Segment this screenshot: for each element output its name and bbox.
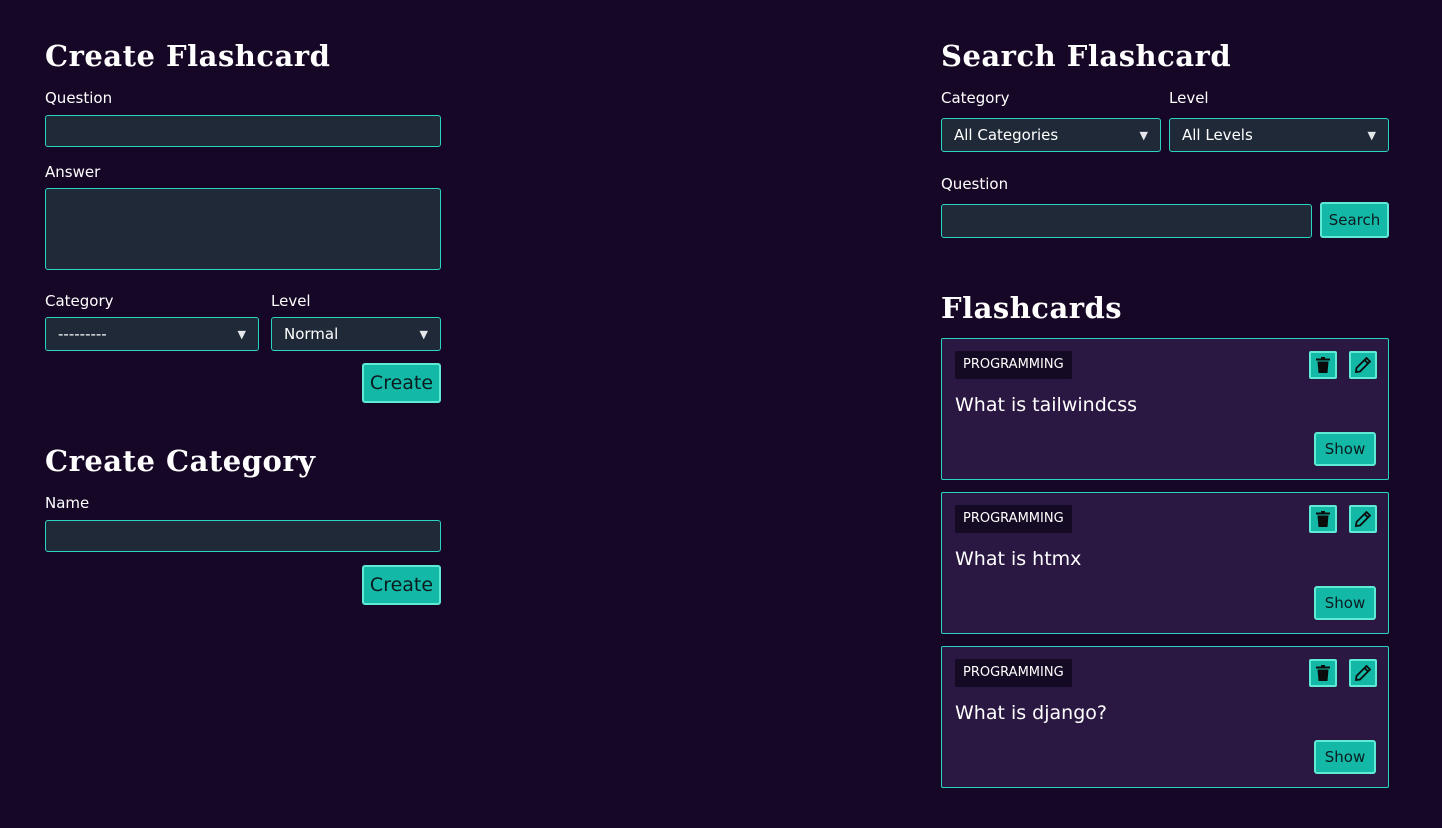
- flashcard-card: PROGRAMMING What is htmx Show: [941, 492, 1389, 634]
- level-select[interactable]: Normal ▼: [271, 317, 441, 351]
- edit-button[interactable]: [1349, 659, 1377, 687]
- show-answer-button[interactable]: Show: [1314, 432, 1376, 466]
- question-input[interactable]: [45, 115, 441, 147]
- search-flashcard-title: Search Flashcard: [941, 39, 1232, 73]
- search-question-label: Question: [941, 175, 1009, 193]
- flashcard-question: What is htmx: [955, 548, 1082, 570]
- chevron-down-icon: ▼: [237, 327, 246, 341]
- answer-label: Answer: [45, 163, 101, 181]
- chevron-down-icon: ▼: [1139, 128, 1148, 142]
- search-question-input[interactable]: [941, 204, 1312, 238]
- search-button[interactable]: Search: [1320, 202, 1389, 238]
- edit-button[interactable]: [1349, 505, 1377, 533]
- pencil-icon: [1355, 357, 1371, 373]
- flashcard-question: What is tailwindcss: [955, 394, 1137, 416]
- trash-icon: [1316, 357, 1330, 373]
- category-badge: PROGRAMMING: [955, 351, 1072, 379]
- category-select[interactable]: --------- ▼: [45, 317, 259, 351]
- search-level-select[interactable]: All Levels ▼: [1169, 118, 1389, 152]
- answer-textarea[interactable]: [45, 188, 441, 270]
- create-flashcard-title: Create Flashcard: [45, 39, 331, 73]
- chevron-down-icon: ▼: [1367, 128, 1376, 142]
- flashcard-question: What is django?: [955, 702, 1107, 724]
- name-label: Name: [45, 494, 90, 512]
- flashcards-title: Flashcards: [941, 291, 1123, 325]
- level-label: Level: [271, 292, 311, 310]
- pencil-icon: [1355, 511, 1371, 527]
- trash-icon: [1316, 511, 1330, 527]
- category-label: Category: [45, 292, 114, 310]
- search-category-select-value: All Categories: [954, 126, 1059, 144]
- level-select-value: Normal: [284, 325, 339, 343]
- category-badge: PROGRAMMING: [955, 659, 1072, 687]
- search-level-label: Level: [1169, 89, 1209, 107]
- edit-button[interactable]: [1349, 351, 1377, 379]
- show-answer-button[interactable]: Show: [1314, 586, 1376, 620]
- flashcard-card: PROGRAMMING What is django? Show: [941, 646, 1389, 788]
- create-category-title: Create Category: [45, 444, 316, 478]
- category-select-value: ---------: [58, 325, 107, 343]
- search-level-select-value: All Levels: [1182, 126, 1253, 144]
- trash-icon: [1316, 665, 1330, 681]
- question-label: Question: [45, 89, 113, 107]
- category-badge: PROGRAMMING: [955, 505, 1072, 533]
- delete-button[interactable]: [1309, 505, 1337, 533]
- search-category-label: Category: [941, 89, 1010, 107]
- search-category-select[interactable]: All Categories ▼: [941, 118, 1161, 152]
- create-category-button[interactable]: Create: [362, 565, 441, 605]
- delete-button[interactable]: [1309, 351, 1337, 379]
- flashcard-card: PROGRAMMING What is tailwindcss Show: [941, 338, 1389, 480]
- pencil-icon: [1355, 665, 1371, 681]
- create-flashcard-button[interactable]: Create: [362, 363, 441, 403]
- show-answer-button[interactable]: Show: [1314, 740, 1376, 774]
- delete-button[interactable]: [1309, 659, 1337, 687]
- chevron-down-icon: ▼: [419, 327, 428, 341]
- category-name-input[interactable]: [45, 520, 441, 552]
